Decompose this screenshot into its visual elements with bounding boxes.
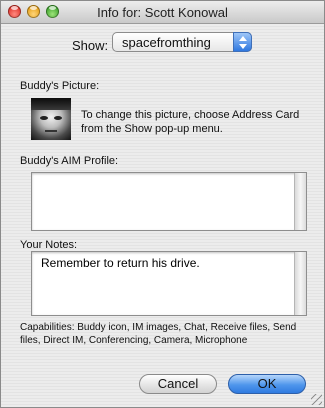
your-notes-field[interactable]: Remember to return his drive.: [31, 251, 307, 316]
title-bar[interactable]: Info for: Scott Konowal: [1, 1, 324, 24]
your-notes-text: Remember to return his drive.: [41, 256, 200, 270]
picture-instructions: To change this picture, choose Address C…: [81, 109, 300, 135]
capabilities-text: Capabilities: Buddy icon, IM images, Cha…: [20, 322, 297, 346]
aim-profile-scrollbar[interactable]: [294, 173, 306, 230]
ok-button[interactable]: OK: [228, 374, 306, 394]
buddy-picture-heading: Buddy's Picture:: [20, 80, 100, 92]
show-label: Show:: [72, 38, 109, 53]
show-popup-value: spacefromthing: [122, 35, 211, 50]
buddy-picture: [31, 98, 71, 140]
window-title: Info for: Scott Konowal: [97, 5, 228, 20]
info-window: Info for: Scott Konowal Show: spacefromt…: [0, 0, 325, 408]
popup-arrows-icon: [233, 32, 252, 52]
aim-profile-heading: Buddy's AIM Profile:: [20, 155, 119, 167]
your-notes-heading: Your Notes:: [20, 239, 78, 251]
resize-grip-icon[interactable]: [311, 394, 322, 405]
show-popup-menu[interactable]: spacefromthing: [112, 32, 252, 52]
aim-profile-box[interactable]: [31, 172, 307, 231]
cancel-button[interactable]: Cancel: [139, 374, 217, 394]
your-notes-scrollbar[interactable]: [294, 252, 306, 315]
